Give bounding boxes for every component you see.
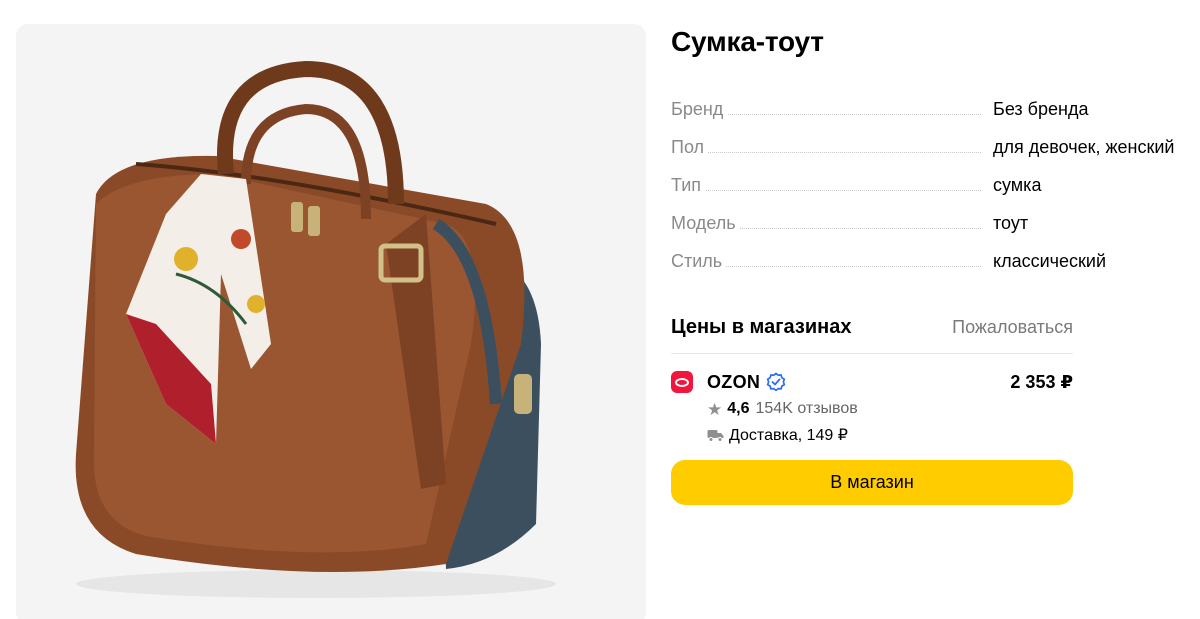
- bag-illustration: [75, 60, 556, 598]
- offer-card: OZON 2 353 ₽ ★ 4,6 154K отзывов Доставка…: [671, 368, 1073, 448]
- spec-row-model: Модель тоут: [671, 204, 1191, 242]
- spec-key: Тип: [671, 174, 706, 196]
- spec-key: Модель: [671, 212, 740, 234]
- go-to-shop-button[interactable]: В магазин: [671, 460, 1073, 505]
- prices-header: Цены в магазинах Пожаловаться: [671, 312, 1073, 342]
- spec-dots: [671, 190, 981, 191]
- complain-link[interactable]: Пожаловаться: [952, 317, 1073, 338]
- product-image[interactable]: [16, 24, 646, 619]
- shop-reviews[interactable]: 154K отзывов: [756, 400, 858, 418]
- spec-key: Пол: [671, 136, 709, 158]
- rating-row: ★ 4,6 154K отзывов: [707, 396, 1073, 422]
- spec-value: Без бренда: [991, 98, 1089, 120]
- shop-row: OZON 2 353 ₽: [671, 368, 1073, 396]
- spec-row-type: Тип сумка: [671, 166, 1191, 204]
- spec-value: для девочек, женский: [991, 136, 1175, 158]
- spec-key: Стиль: [671, 250, 727, 272]
- spec-row-gender: Пол для девочек, женский: [671, 128, 1191, 166]
- specs-list: Бренд Без бренда Пол для девочек, женски…: [671, 90, 1191, 280]
- spec-value: тоут: [991, 212, 1029, 234]
- shop-rating: 4,6: [727, 400, 750, 417]
- spec-key: Бренд: [671, 98, 728, 120]
- shop-name[interactable]: OZON: [707, 372, 760, 393]
- offer-price: 2 353 ₽: [1010, 371, 1073, 392]
- spec-row-style: Стиль классический: [671, 242, 1191, 280]
- ozon-logo-icon[interactable]: [671, 371, 693, 393]
- verified-badge-icon: [766, 372, 786, 392]
- spec-row-brand: Бренд Без бренда: [671, 90, 1191, 128]
- product-title: Сумка-тоут: [671, 26, 824, 57]
- delivery-info: Доставка, 149 ₽: [729, 427, 848, 444]
- truck-icon: [707, 428, 724, 442]
- spec-value: классический: [991, 250, 1107, 272]
- spec-value: сумка: [991, 174, 1042, 196]
- divider: [671, 353, 1073, 354]
- delivery-row: Доставка, 149 ₽: [707, 422, 1073, 448]
- prices-title: Цены в магазинах: [671, 315, 852, 338]
- spec-dots: [671, 152, 981, 153]
- star-icon: ★: [707, 399, 723, 419]
